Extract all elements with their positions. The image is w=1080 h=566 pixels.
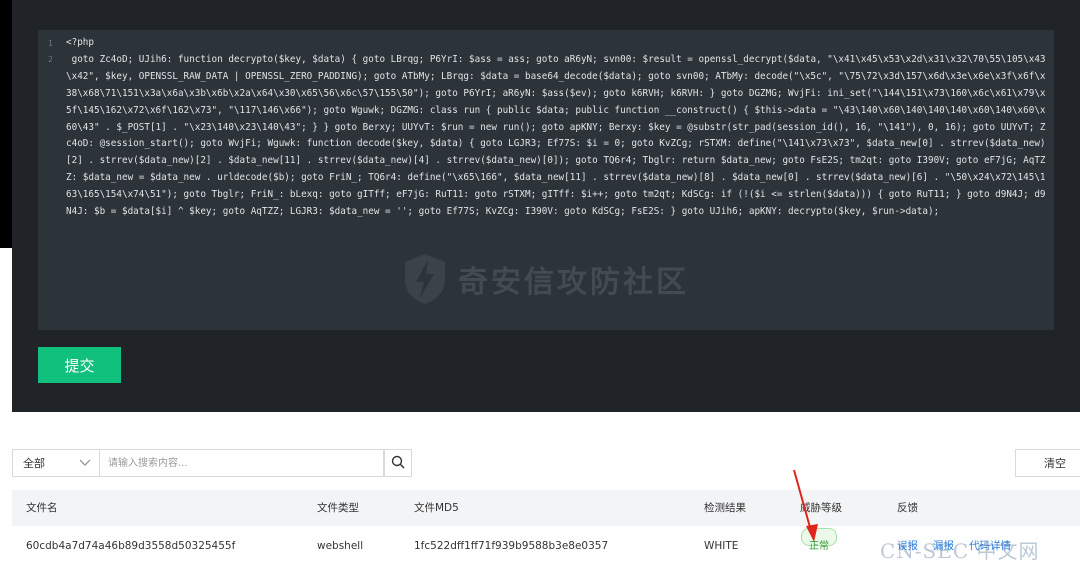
column-header-md5: 文件MD5 <box>414 502 459 514</box>
column-header-filename: 文件名 <box>26 502 58 514</box>
line-number: 2 <box>48 55 53 64</box>
cell-md5: 1fc522dff1ff71f939b9588b3e8e0357 <box>414 540 609 552</box>
column-header-feedback: 反馈 <box>897 502 918 514</box>
search-toolbar: 全部 清空 <box>12 449 1080 477</box>
cell-filetype: webshell <box>317 540 364 552</box>
watermark-text: 奇安信攻防社区 <box>458 265 689 300</box>
search-button[interactable] <box>384 449 412 477</box>
clear-button[interactable]: 清空 <box>1015 449 1080 477</box>
search-input[interactable] <box>100 449 384 477</box>
code-content[interactable]: <?php goto Zc4oD; UJih6: function decryp… <box>66 35 1050 221</box>
submit-button[interactable]: 提交 <box>38 347 121 383</box>
filter-select[interactable]: 全部 <box>12 449 100 477</box>
site-watermark: CN-SEC 中文网 <box>880 539 1040 563</box>
column-header-result: 检测结果 <box>704 502 746 514</box>
chevron-down-icon <box>79 458 91 471</box>
cell-result: WHITE <box>704 540 739 552</box>
left-black-strip <box>0 0 12 248</box>
cell-filename: 60cdb4a7d74a46b89d3558d50325455f <box>26 540 236 552</box>
column-header-filetype: 文件类型 <box>317 502 359 514</box>
lightning-shield-icon <box>402 252 448 306</box>
filter-selected-value: 全部 <box>23 457 45 470</box>
qianxin-watermark: 奇安信攻防社区 <box>402 252 689 306</box>
line-number-gutter: 1 2 <box>48 36 64 68</box>
column-header-threat-level: 威胁等级 <box>800 502 842 514</box>
line-number: 1 <box>48 39 53 48</box>
table-header: 文件名 文件类型 文件MD5 检测结果 威胁等级 反馈 <box>12 490 1080 526</box>
status-badge: 正常 <box>801 528 837 552</box>
code-editor[interactable]: 1 2 <?php goto Zc4oD; UJih6: function de… <box>38 30 1054 330</box>
search-icon <box>391 454 405 473</box>
